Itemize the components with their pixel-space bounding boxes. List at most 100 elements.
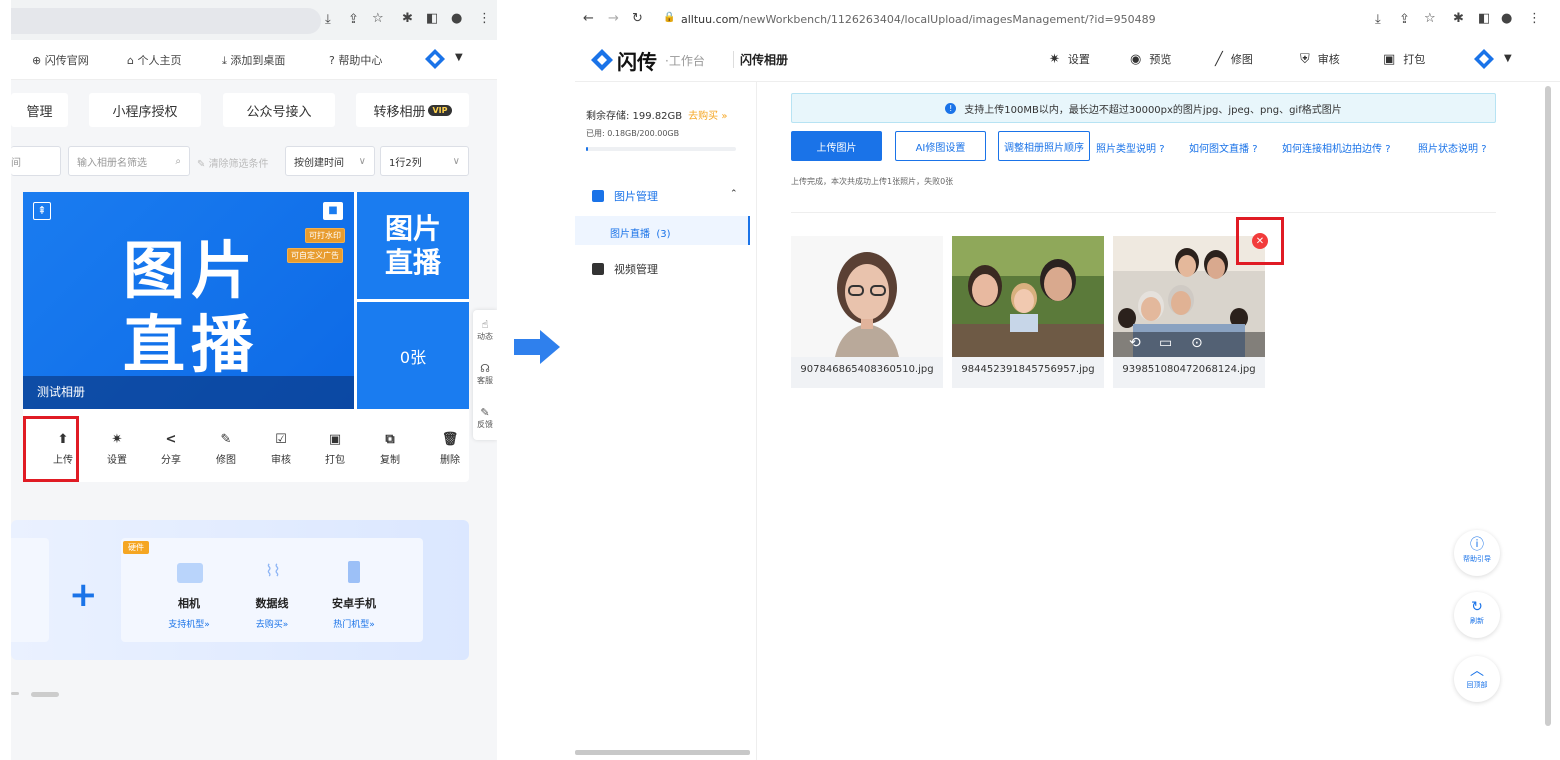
back-to-top-button[interactable]: ︿ 回顶部 (1454, 656, 1500, 702)
profile-icon[interactable]: ● (1501, 11, 1512, 26)
photo-item[interactable]: 907846865408360510.jpg (791, 236, 943, 388)
share-icon[interactable]: ⇪ (348, 12, 359, 27)
horizontal-scrollbar[interactable] (575, 750, 750, 755)
forward-icon[interactable]: → (608, 11, 619, 26)
link-text-live[interactable]: 如何图文直播 ? (1189, 140, 1258, 155)
question-icon: ? (1252, 144, 1258, 155)
address-bar[interactable]: alltuu.com/newWorkbench/1126263404/local… (681, 13, 1156, 26)
clear-filters-button[interactable]: ✎ 清除筛选条件 (197, 155, 269, 170)
logo-subtitle: ·工作台 (665, 54, 705, 68)
header-preview-button[interactable]: ◉ 预览 (1130, 51, 1171, 67)
side-panel-icon[interactable]: ◧ (1478, 11, 1490, 26)
chevron-down-icon[interactable]: ▼ (455, 52, 463, 63)
edit-icon: ✎ (220, 432, 232, 447)
carousel-dot[interactable] (11, 692, 19, 695)
share-icon[interactable]: ⇪ (1399, 12, 1410, 27)
promo-left-card (11, 538, 49, 642)
promo-camera[interactable]: 相机 支持机型» (154, 595, 224, 630)
promo-android-phone[interactable]: 安卓手机 热门机型» (319, 595, 389, 630)
address-bar[interactable] (11, 8, 321, 34)
location-pin-icon[interactable]: ⊙ (1191, 335, 1203, 351)
header-settings-button[interactable]: ✷ 设置 (1049, 51, 1090, 67)
bookmark-star-icon[interactable]: ☆ (372, 11, 384, 26)
logo-text[interactable]: 闪传 (617, 46, 657, 75)
headset-icon: ☊ (480, 362, 490, 375)
link-camera-connect[interactable]: 如何连接相机边拍边传 ? (1282, 140, 1391, 155)
reload-icon[interactable]: ↻ (632, 11, 643, 26)
carousel-dot-active[interactable] (31, 692, 59, 697)
back-icon[interactable]: ← (583, 11, 594, 26)
package-icon: ▣ (328, 432, 342, 447)
layout-select[interactable]: 1行2列 ∨ (380, 146, 469, 176)
menu-image-management[interactable]: 图片管理 (592, 188, 658, 204)
package-icon: ▣ (1383, 52, 1396, 67)
feedback-button[interactable]: ✎ 反馈 (473, 406, 497, 430)
extensions-icon[interactable]: ✱ (402, 11, 413, 26)
menu-image-live[interactable]: 图片直播 (3) (610, 225, 671, 240)
brand-logo-icon[interactable] (424, 48, 446, 70)
link-photo-status[interactable]: 照片状态说明 ? (1418, 140, 1487, 155)
share-button[interactable]: < 分享 (151, 432, 191, 466)
pin-top-icon[interactable]: ⇞ (33, 202, 51, 220)
header-pack-button[interactable]: ▣ 打包 (1383, 51, 1425, 67)
nav-help-center[interactable]: ? 帮助中心 (329, 52, 382, 68)
brand-logo-icon[interactable] (1473, 48, 1495, 70)
install-icon[interactable]: ⤓ (1375, 12, 1381, 27)
dynamics-button[interactable]: ☝ 动态 (473, 318, 497, 342)
tab-official-account[interactable]: 公众号接入 (223, 93, 335, 127)
pack-button[interactable]: ▣ 打包 (315, 432, 355, 466)
rotate-icon[interactable]: ⟲ (1129, 335, 1141, 351)
nav-official-site[interactable]: ⊕ 闪传官网 (32, 52, 89, 68)
site-top-nav: ⊕ 闪传官网 ⌂ 个人主页 ⤓ 添加到桌面 ? 帮助中心 ▼ (11, 40, 497, 80)
customer-service-button[interactable]: ☊ 客服 (473, 362, 497, 386)
install-icon[interactable]: ⤓ (325, 12, 331, 27)
profile-icon[interactable]: ● (451, 11, 462, 26)
album-side-title: 图片 直播 (357, 192, 469, 299)
tab-manage[interactable]: 管理 (11, 93, 68, 127)
album-name-filter-input[interactable]: 输入相册名筛选 ⌕ (68, 146, 190, 176)
settings-button[interactable]: ✷ 设置 (97, 432, 137, 466)
photo-thumbnail[interactable] (952, 236, 1104, 357)
eye-icon: ◉ (1130, 52, 1142, 67)
info-icon: ! (945, 102, 957, 114)
date-filter-input[interactable]: 间 (11, 146, 61, 176)
plus-icon[interactable]: + (69, 575, 98, 615)
menu-dots-icon[interactable]: ⋮ (1528, 11, 1541, 26)
menu-dots-icon[interactable]: ⋮ (478, 11, 491, 26)
link-photo-types[interactable]: 照片类型说明 ? (1096, 140, 1165, 155)
copy-button[interactable]: ⧉ 复制 (370, 432, 410, 466)
header-review-button[interactable]: ⛨ 审核 (1300, 51, 1340, 67)
promo-cable[interactable]: 数据线 去购买» (237, 595, 307, 630)
header-edit-button[interactable]: ╱ 修图 (1215, 51, 1253, 67)
menu-video-management[interactable]: 视频管理 (592, 261, 658, 277)
gear-icon: ✷ (1049, 52, 1060, 67)
album-cover-title: 图片 直播 (123, 234, 260, 381)
image-edit-icon[interactable]: ▭ (1159, 335, 1172, 351)
nav-add-desktop[interactable]: ⤓ 添加到桌面 (222, 52, 285, 68)
delete-button[interactable]: 🗑 删除 (430, 432, 470, 466)
album-cover[interactable]: ⇞ ■ 图片 直播 可打水印 可自定义广告 测试相册 (23, 192, 354, 409)
help-guide-button[interactable]: ⓘ 帮助引导 (1454, 530, 1500, 576)
brand-logo-icon[interactable] (590, 48, 614, 72)
vertical-scrollbar[interactable] (1545, 86, 1551, 726)
tab-transfer-album[interactable]: 转移相册 VIP (356, 93, 469, 127)
review-button[interactable]: ☑ 审核 (261, 432, 301, 466)
extensions-icon[interactable]: ✱ (1453, 11, 1464, 26)
chevron-up-icon[interactable]: ⌃ (730, 189, 738, 199)
bookmark-star-icon[interactable]: ☆ (1424, 11, 1436, 26)
upload-notice: ! 支持上传100MB以内，最长边不超过30000px的图片jpg、jpeg、pn… (791, 93, 1496, 123)
edit-photo-button[interactable]: ✎ 修图 (206, 432, 246, 466)
reorder-photos-button[interactable]: 调整相册照片顺序 (998, 131, 1090, 161)
tab-miniprogram-auth[interactable]: 小程序授权 (89, 93, 201, 127)
photo-thumbnail[interactable] (791, 236, 943, 357)
upload-images-button[interactable]: 上传图片 (791, 131, 882, 161)
side-panel-icon[interactable]: ◧ (426, 11, 438, 26)
photo-item[interactable]: 984452391845756957.jpg (952, 236, 1104, 388)
custom-ads-tag: 可自定义广告 (287, 248, 343, 263)
chevron-down-icon[interactable]: ▼ (1504, 53, 1512, 64)
buy-storage-link[interactable]: 去购买 » (688, 111, 727, 122)
sort-select[interactable]: 按创建时间 ∨ (285, 146, 375, 176)
refresh-button[interactable]: ↻ 刷新 (1454, 592, 1500, 638)
nav-home[interactable]: ⌂ 个人主页 (127, 52, 181, 68)
ai-retouch-settings-button[interactable]: AI修图设置 (895, 131, 986, 161)
